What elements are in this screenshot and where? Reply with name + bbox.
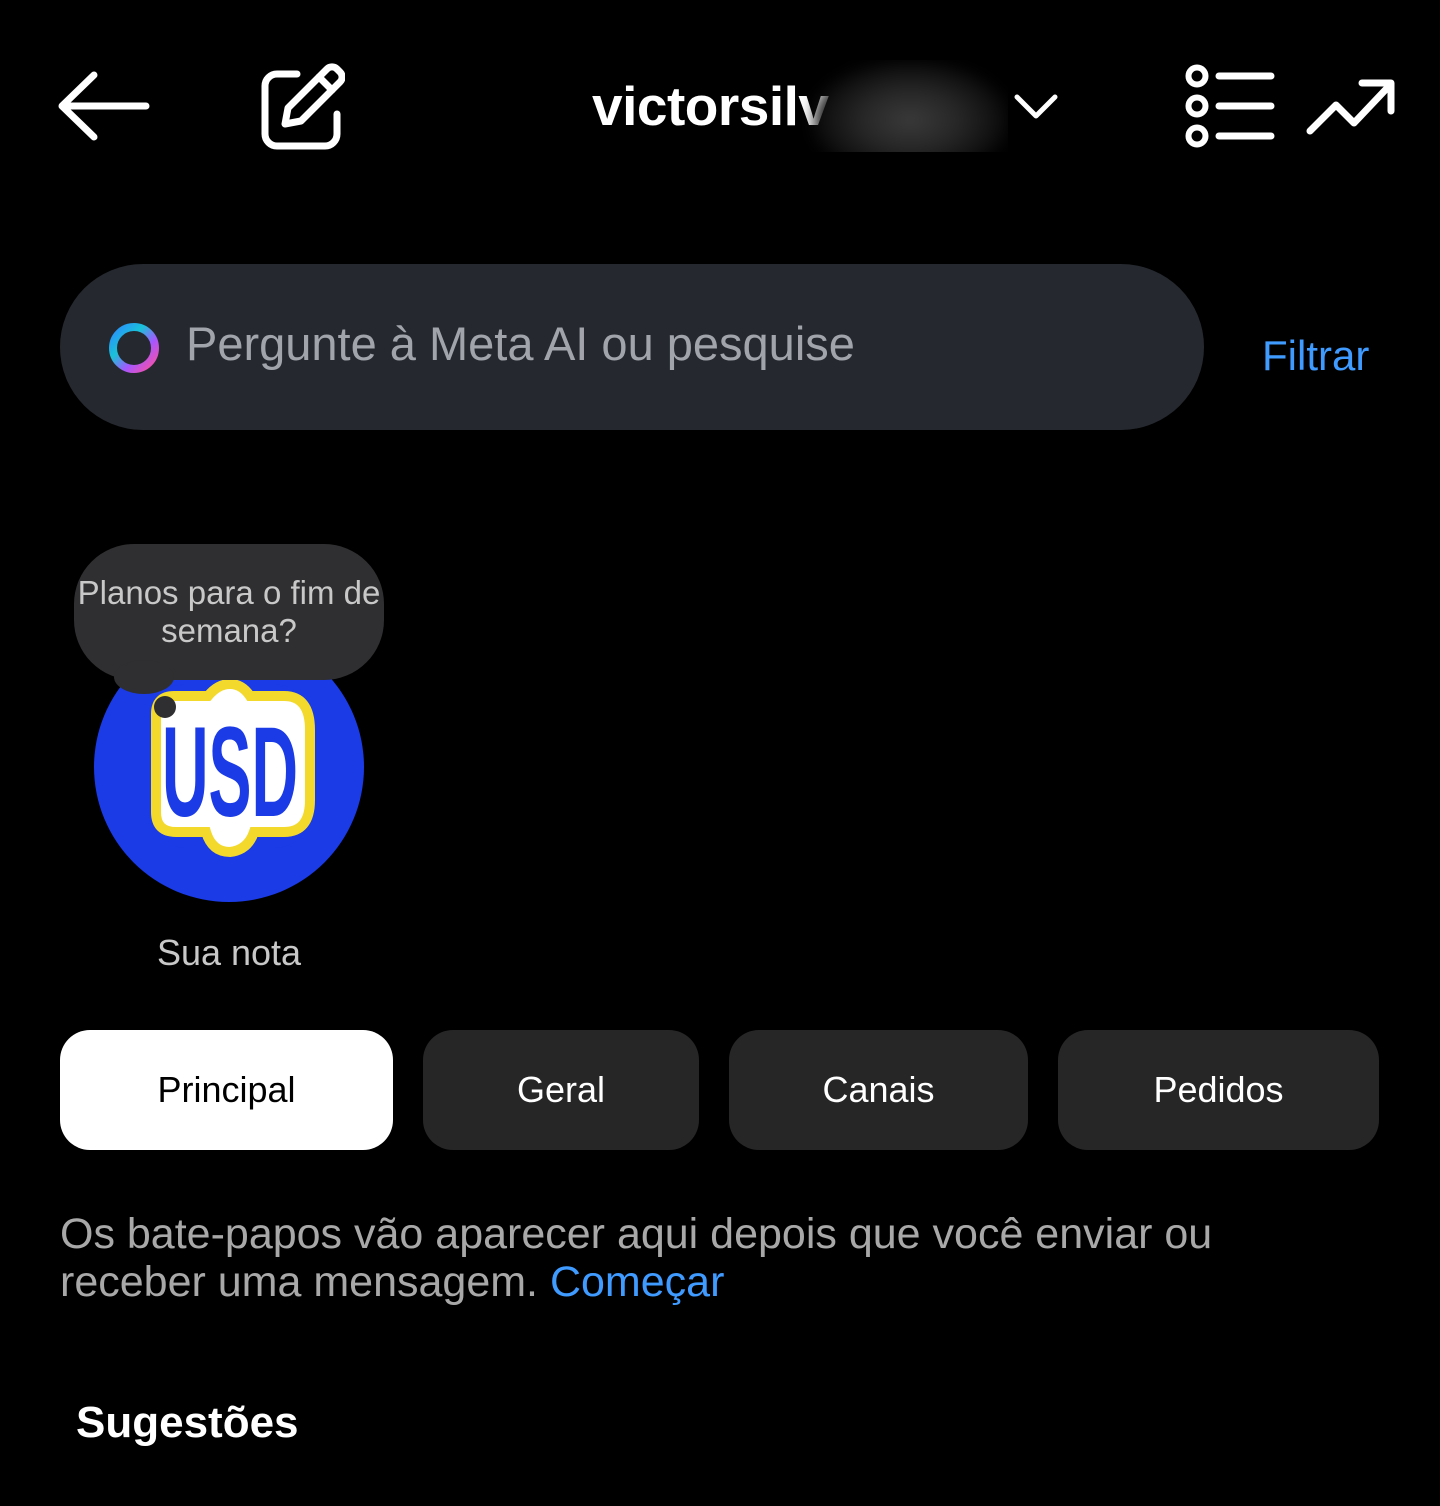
note-text: Planos para o fim de semana?	[77, 574, 381, 649]
start-link[interactable]: Começar	[550, 1258, 724, 1306]
note-bubble-tail	[114, 660, 174, 694]
filter-button[interactable]: Filtrar	[1262, 332, 1369, 380]
list-icon	[1185, 64, 1275, 148]
redaction-blur	[810, 60, 1008, 152]
username: victorsilv	[592, 75, 829, 137]
account-switcher[interactable]: victorsilv	[588, 60, 1008, 152]
compose-icon	[261, 63, 345, 150]
tab-canais[interactable]: Canais	[729, 1030, 1028, 1150]
meta-ai-icon	[109, 323, 159, 373]
tab-principal[interactable]: Principal	[60, 1030, 393, 1150]
search-placeholder: Pergunte à Meta AI ou pesquise	[186, 317, 855, 370]
empty-state-message: Os bate-papos vão aparecer aqui depois q…	[60, 1210, 1360, 1306]
username-area: victorsilv	[588, 60, 1008, 152]
trending-icon	[1306, 79, 1395, 135]
back-button[interactable]	[56, 66, 152, 146]
tab-geral[interactable]: Geral	[423, 1030, 699, 1150]
tab-pedidos[interactable]: Pedidos	[1058, 1030, 1379, 1150]
compose-button[interactable]	[252, 60, 348, 152]
insights-button[interactable]	[1302, 70, 1400, 144]
note-bubble-tail-dot	[154, 696, 176, 718]
suggestions-heading: Sugestões	[76, 1398, 299, 1447]
chevron-down-icon	[1014, 94, 1058, 119]
svg-text:USD: USD	[162, 701, 298, 844]
list-button[interactable]	[1180, 60, 1280, 152]
note-label: Sua nota	[156, 932, 302, 973]
back-arrow-icon	[58, 71, 150, 141]
account-dropdown-button[interactable]	[1010, 82, 1062, 132]
